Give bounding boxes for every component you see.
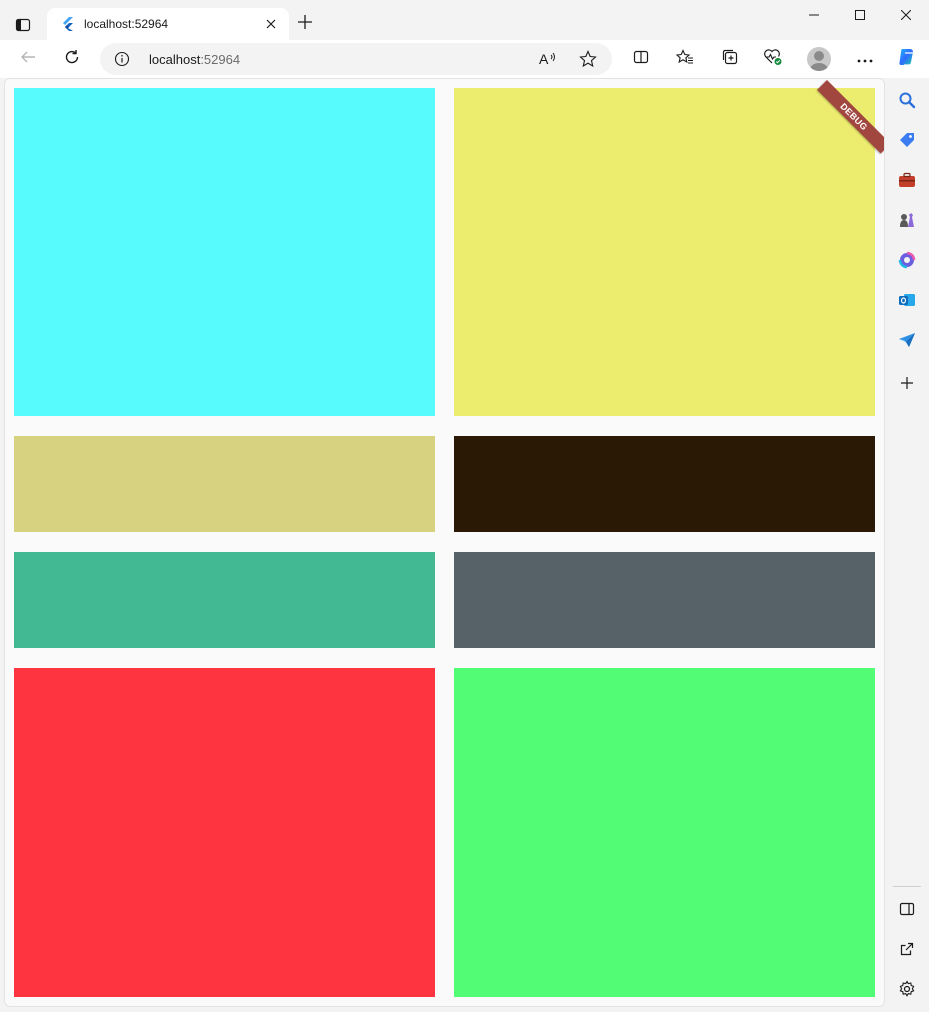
back-arrow-icon (20, 49, 36, 70)
minimize-button[interactable] (791, 2, 837, 30)
split-screen-icon (633, 49, 649, 70)
back-button[interactable] (13, 45, 43, 73)
favorites-icon (675, 48, 694, 70)
read-aloud-icon[interactable]: A (536, 47, 560, 71)
external-link-icon[interactable] (895, 937, 919, 961)
minimize-icon (809, 7, 819, 25)
tab-strip: localhost:52964 (0, 0, 929, 40)
new-tab-button[interactable] (292, 11, 318, 37)
url-host: localhost (149, 52, 201, 67)
shopping-tag-icon[interactable] (895, 128, 919, 152)
browser-essentials-button[interactable] (758, 45, 788, 73)
close-icon (900, 7, 912, 25)
collections-icon (721, 48, 739, 71)
window-close-button[interactable] (883, 2, 929, 30)
copilot-button[interactable] (892, 45, 922, 73)
heart-pulse-icon (763, 48, 783, 71)
browser-toolbar: localhost:52964 A (0, 40, 929, 78)
microsoft-365-icon[interactable] (895, 248, 919, 272)
tab-actions-icon[interactable] (10, 12, 36, 38)
cyan-tile (14, 88, 435, 416)
outlook-icon[interactable] (895, 288, 919, 312)
flutter-icon (60, 16, 76, 32)
info-icon[interactable] (114, 51, 130, 67)
send-icon[interactable] (895, 328, 919, 352)
svg-text:A: A (539, 51, 549, 67)
khaki-tile (14, 436, 435, 532)
browser-tab[interactable]: localhost:52964 (47, 8, 289, 40)
favorites-button[interactable] (670, 45, 700, 73)
url-text[interactable]: localhost:52964 (149, 52, 240, 67)
more-icon (857, 50, 873, 68)
refresh-icon (64, 49, 80, 70)
split-screen-button[interactable] (626, 45, 656, 73)
star-icon[interactable] (576, 47, 600, 71)
gear-icon[interactable] (895, 977, 919, 1001)
red-tile (14, 668, 435, 997)
page-viewport: DEBUG (4, 78, 885, 1007)
tools-icon[interactable] (895, 168, 919, 192)
more-button[interactable] (850, 45, 880, 73)
copilot-icon (896, 46, 918, 73)
profile-icon[interactable] (807, 47, 831, 71)
dark-brown-tile (454, 436, 875, 532)
games-icon[interactable] (895, 208, 919, 232)
plus-icon (297, 14, 313, 35)
plus-icon[interactable] (895, 371, 919, 395)
maximize-icon (855, 7, 865, 25)
search-icon[interactable] (895, 88, 919, 112)
address-bar[interactable]: localhost:52964 A (100, 43, 612, 75)
refresh-button[interactable] (57, 45, 87, 73)
collections-button[interactable] (715, 45, 745, 73)
url-port: :52964 (200, 52, 241, 67)
maximize-button[interactable] (837, 2, 883, 30)
green-tile (454, 668, 875, 997)
edge-sidebar (887, 78, 929, 1012)
slate-tile (454, 552, 875, 648)
sidebar-divider (893, 886, 921, 887)
tab-title: localhost:52964 (84, 17, 169, 31)
hide-sidebar-icon[interactable] (895, 897, 919, 921)
teal-tile (14, 552, 435, 648)
close-icon[interactable] (259, 12, 283, 36)
yellow-tile (454, 88, 875, 416)
